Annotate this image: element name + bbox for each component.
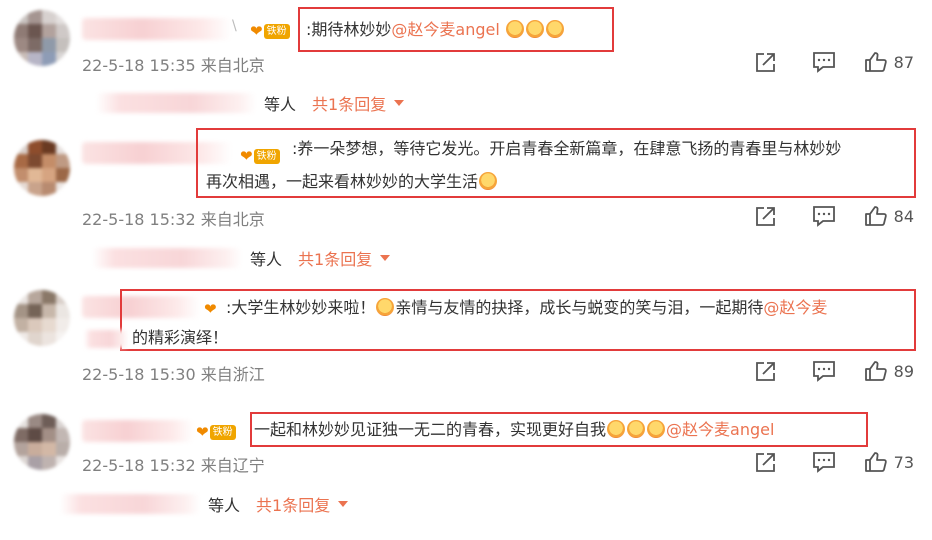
emoji-icon <box>607 420 626 438</box>
like-count: 84 <box>893 206 914 226</box>
fan-badge-label: 铁粉 <box>209 424 236 440</box>
comment-text-line2-wrap: 再次相遇，一起来看林妙妙的大学生活 <box>206 167 498 197</box>
mention-link[interactable]: @赵今麦angel <box>391 20 499 39</box>
action-bar: 89 <box>722 357 914 385</box>
fan-heart-icon: ❤ <box>250 21 263 40</box>
chevron-down-icon[interactable] <box>380 255 391 261</box>
comment-meta: 22-5-18 15:32 来自辽宁 <box>82 456 265 475</box>
avatar[interactable] <box>14 414 70 470</box>
like-count: 73 <box>893 452 914 472</box>
fan-badge: ❤ 铁粉 <box>196 422 236 442</box>
comment-icon <box>812 452 835 473</box>
forward-button[interactable] <box>752 202 780 230</box>
mention-link[interactable]: @赵今麦 <box>763 298 827 317</box>
emoji-icon <box>525 20 544 38</box>
emoji-icon <box>505 20 524 38</box>
reply-suffix: 等人 <box>250 250 283 269</box>
emoji-icon <box>627 420 646 438</box>
comment-text-part: 亲情与友情的抉择，成长与蜕变的笑与泪，一起期待 <box>395 298 764 317</box>
comment-icon <box>812 206 835 227</box>
avatar[interactable] <box>14 140 70 196</box>
comment-text-highlight: :期待林妙妙@赵今麦angel <box>298 7 614 52</box>
avatar[interactable] <box>14 290 70 346</box>
reply-count-link[interactable]: 共1条回复 <box>312 91 386 115</box>
forward-button[interactable] <box>752 448 780 476</box>
comment-button[interactable] <box>810 48 838 76</box>
replier-name-blurred[interactable] <box>92 248 242 268</box>
comment-icon <box>812 52 835 73</box>
comment-text: :期待林妙妙 <box>306 20 392 39</box>
mention-link[interactable]: @赵今麦angel <box>666 420 774 439</box>
name-tail: \ <box>232 18 237 34</box>
comment-text-part: :大学生林妙妙来啦！ <box>226 298 376 317</box>
comment-text-highlight: :大学生林妙妙来啦！ 亲情与友情的抉择，成长与蜕变的笑与泪，一起期待@赵今麦 <box>120 289 916 351</box>
forward-button[interactable] <box>752 357 780 385</box>
comment-button[interactable] <box>810 202 838 230</box>
like-button[interactable]: 73 <box>864 451 914 473</box>
chevron-down-icon[interactable] <box>394 100 405 106</box>
like-button[interactable]: 87 <box>864 51 914 73</box>
fan-heart-icon: ❤ <box>196 422 209 441</box>
mention-tail-blurred <box>84 330 128 348</box>
thumbs-up-icon <box>864 361 887 381</box>
comment-text-line2: 再次相遇，一起来看林妙妙的大学生活 <box>206 172 479 191</box>
replier-name-blurred[interactable] <box>60 494 200 514</box>
fan-badge: ❤ 铁粉 <box>250 21 290 41</box>
comment-text: 一起和林妙妙见证独一无二的青春，实现更好自我 <box>254 420 607 439</box>
comment-text-highlight: 一起和林妙妙见证独一无二的青春，实现更好自我 @赵今麦angel <box>250 412 868 447</box>
action-bar: 84 <box>722 202 914 230</box>
comment-text-line1: :养一朵梦想，等待它发光。开启青春全新篇章，在肆意飞扬的青春里与林妙妙 <box>292 139 842 158</box>
reply-count-link[interactable]: 共1条回复 <box>298 246 372 270</box>
like-button[interactable]: 84 <box>864 205 914 227</box>
comment-text-line2: 的精彩演绎！ <box>132 328 229 347</box>
like-count: 87 <box>893 52 914 72</box>
emoji-icon <box>647 420 666 438</box>
reply-summary: 等人 共1条回复 <box>60 492 349 516</box>
emoji-icon <box>479 172 498 190</box>
reply-summary: 等人 共1条回复 <box>96 91 405 115</box>
forward-icon <box>755 362 775 381</box>
chevron-down-icon[interactable] <box>338 501 349 507</box>
like-count: 89 <box>893 361 914 381</box>
replier-name-blurred[interactable] <box>96 93 256 113</box>
reply-count-link[interactable]: 共1条回复 <box>256 492 330 516</box>
reply-suffix: 等人 <box>208 496 241 515</box>
thumbs-up-icon <box>864 452 887 472</box>
comment-button[interactable] <box>810 448 838 476</box>
comment-meta: 22-5-18 15:32 来自北京 <box>82 210 265 229</box>
username-blurred[interactable] <box>82 420 194 442</box>
emoji-icon <box>545 20 564 38</box>
comment-button[interactable] <box>810 357 838 385</box>
thumbs-up-icon <box>864 52 887 72</box>
reply-summary: 等人 共1条回复 <box>92 246 391 270</box>
comment-meta: 22-5-18 15:35 来自北京 <box>82 56 265 75</box>
action-bar: 87 <box>722 48 914 76</box>
fan-badge-label: 铁粉 <box>263 23 290 39</box>
like-button[interactable]: 89 <box>864 360 914 382</box>
emoji-icon <box>376 298 395 316</box>
comment-meta: 22-5-18 15:30 来自浙江 <box>82 365 265 384</box>
comment-text-line1-wrap: :大学生林妙妙来啦！ 亲情与友情的抉择，成长与蜕变的笑与泪，一起期待@赵今麦 <box>226 293 908 323</box>
forward-button[interactable] <box>752 48 780 76</box>
comment-icon <box>812 361 835 382</box>
reply-suffix: 等人 <box>264 95 297 114</box>
action-bar: 73 <box>722 448 914 476</box>
thumbs-up-icon <box>864 206 887 226</box>
forward-icon <box>755 453 775 472</box>
avatar[interactable] <box>14 10 70 66</box>
forward-icon <box>755 53 775 72</box>
forward-icon <box>755 207 775 226</box>
username-blurred[interactable] <box>82 18 232 40</box>
